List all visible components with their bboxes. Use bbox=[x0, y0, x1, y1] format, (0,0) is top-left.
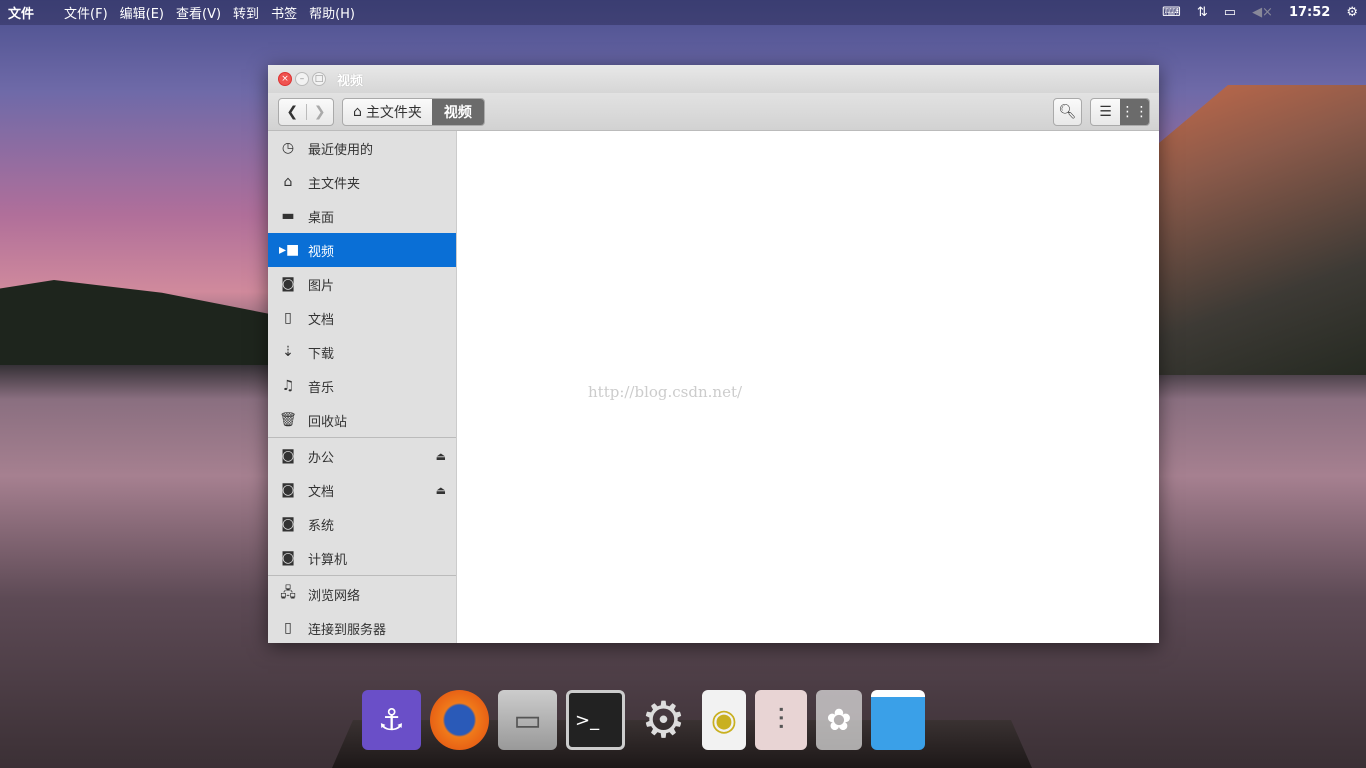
sidebar-item-pictures[interactable]: ◙ 图片 bbox=[268, 267, 456, 301]
dock-anchor-icon[interactable]: ⚓ bbox=[362, 690, 421, 750]
sidebar-item-label: 视频 bbox=[308, 244, 335, 260]
volume-muted-icon[interactable]: ◀× bbox=[1252, 5, 1273, 20]
forest bbox=[0, 280, 270, 365]
music-icon: ♫ bbox=[281, 378, 295, 394]
document-icon: ▯ bbox=[284, 310, 292, 326]
dock-mixer-icon[interactable]: ⫶ bbox=[755, 690, 807, 750]
breadcrumb-videos[interactable]: 视频 bbox=[431, 98, 484, 125]
sidebar-item-label: 音乐 bbox=[308, 380, 335, 396]
video-icon: ▸■ bbox=[279, 242, 300, 258]
sidebar-item-downloads[interactable]: ⇣ 下载 bbox=[268, 335, 456, 369]
folder-icon: ▬ bbox=[281, 208, 295, 224]
maximize-button[interactable]: □ bbox=[312, 72, 326, 86]
breadcrumb-label: 主文件夹 bbox=[365, 104, 422, 121]
breadcrumb-home[interactable]: ⌂ 主文件夹 bbox=[343, 102, 432, 122]
menu-help[interactable]: 帮助(H) bbox=[309, 3, 355, 22]
sidebar-item-drive-documents[interactable]: ◙ 文档 ⏏ bbox=[268, 473, 456, 507]
network-icon[interactable]: ⇅ bbox=[1197, 5, 1208, 20]
sidebar-item-label: 连接到服务器 bbox=[308, 622, 387, 638]
menu-go[interactable]: 转到 bbox=[233, 3, 259, 22]
file-manager-window: × – □ 视频 ❮ ❯ ⌂ 主文件夹 视频 🔍︎ ☰ ⋮⋮ ◷ 最近使用的 ⌂ 主文… bbox=[268, 65, 1159, 643]
sidebar-item-trash[interactable]: 🗑︎ 回收站 bbox=[268, 403, 456, 437]
breadcrumb: ⌂ 主文件夹 视频 bbox=[342, 97, 485, 126]
keyboard-icon[interactable]: ⌨ bbox=[1162, 5, 1181, 20]
window-title: 视频 bbox=[337, 73, 364, 89]
dock-files-icon[interactable]: ▭ bbox=[498, 690, 557, 750]
sidebar-item-label: 浏览网络 bbox=[308, 588, 361, 604]
server-icon: ▯ bbox=[284, 620, 292, 636]
sidebar-item-music[interactable]: ♫ 音乐 bbox=[268, 369, 456, 403]
dock-terminal-icon[interactable]: >_ bbox=[566, 690, 625, 750]
top-panel: 文件 文件(F) 编辑(E) 查看(V) 转到 书签 帮助(H) ⌨ ⇅ ▭ ◀… bbox=[0, 0, 1366, 25]
eject-icon[interactable]: ⏏ bbox=[436, 450, 446, 463]
sidebar-item-browse-network[interactable]: 🖧︎ 浏览网络 bbox=[268, 577, 456, 611]
sidebar-item-label: 回收站 bbox=[308, 414, 348, 430]
download-icon: ⇣ bbox=[282, 344, 294, 360]
file-view[interactable]: http://blog.csdn.net/ bbox=[458, 131, 1159, 643]
sidebar-item-home[interactable]: ⌂ 主文件夹 bbox=[268, 165, 456, 199]
sidebar-item-label: 桌面 bbox=[308, 210, 335, 226]
drive-icon: ◙ bbox=[281, 550, 295, 566]
close-button[interactable]: × bbox=[278, 72, 292, 86]
menu-bookmarks[interactable]: 书签 bbox=[271, 3, 297, 22]
menu-view[interactable]: 查看(V) bbox=[176, 3, 221, 22]
sidebar-item-label: 下载 bbox=[308, 346, 335, 362]
home-icon: ⌂ bbox=[283, 174, 293, 190]
menu-edit[interactable]: 编辑(E) bbox=[120, 3, 164, 22]
sidebar-item-drive-office[interactable]: ◙ 办公 ⏏ bbox=[268, 439, 456, 473]
list-view-icon[interactable]: ☰ bbox=[1091, 99, 1120, 125]
eject-icon[interactable]: ⏏ bbox=[436, 484, 446, 497]
sidebar: ◷ 最近使用的 ⌂ 主文件夹 ▬ 桌面 ▸■ 视频 ◙ 图片 ▯ 文档 ⇣ 下载 ♫ 音乐 🗑︎… bbox=[268, 131, 457, 643]
watermark: http://blog.csdn.net/ bbox=[588, 383, 743, 401]
drive-icon: ◙ bbox=[281, 516, 295, 532]
search-icon: 🔍︎ bbox=[1058, 104, 1077, 120]
mountain bbox=[1136, 85, 1366, 375]
sidebar-item-connect-server[interactable]: ▯ 连接到服务器 bbox=[268, 611, 456, 643]
view-switcher: ☰ ⋮⋮ bbox=[1090, 98, 1150, 126]
sidebar-item-drive-system[interactable]: ◙ 系统 bbox=[268, 507, 456, 541]
sidebar-item-label: 办公 bbox=[308, 450, 335, 466]
menu-file[interactable]: 文件(F) bbox=[64, 3, 108, 22]
power-icon[interactable]: ⚙ bbox=[1346, 5, 1358, 20]
sidebar-item-desktop[interactable]: ▬ 桌面 bbox=[268, 199, 456, 233]
clock[interactable]: 17:52 bbox=[1289, 5, 1330, 20]
sidebar-item-videos[interactable]: ▸■ 视频 bbox=[268, 233, 456, 267]
camera-icon: ◙ bbox=[281, 276, 295, 292]
dock-firefox-icon[interactable] bbox=[430, 690, 489, 750]
sidebar-item-label: 主文件夹 bbox=[308, 176, 361, 192]
search-button[interactable]: 🔍︎ bbox=[1053, 98, 1082, 126]
sidebar-item-recent[interactable]: ◷ 最近使用的 bbox=[268, 131, 456, 165]
sidebar-item-computer[interactable]: ◙ 计算机 bbox=[268, 541, 456, 575]
dock-speaker-icon[interactable]: ◉ bbox=[702, 690, 746, 750]
sidebar-item-label: 文档 bbox=[308, 484, 335, 500]
clock-icon: ◷ bbox=[281, 140, 295, 156]
dock-icons: ⚓ ▭ >_ ⚙ ◉ ⫶ ✿ bbox=[362, 690, 925, 750]
drive-icon: ◙ bbox=[281, 448, 295, 464]
drive-icon: ◙ bbox=[281, 482, 295, 498]
sidebar-item-label: 文档 bbox=[308, 312, 335, 328]
minimize-button[interactable]: – bbox=[295, 72, 309, 86]
sidebar-item-label: 计算机 bbox=[308, 552, 348, 568]
dock-desktop-icon[interactable] bbox=[871, 690, 925, 750]
dock-trash-icon[interactable]: ✿ bbox=[816, 690, 862, 750]
app-name: 文件 bbox=[8, 7, 35, 22]
sidebar-item-label: 图片 bbox=[308, 278, 335, 294]
home-icon: ⌂ bbox=[353, 103, 362, 120]
toolbar: ❮ ❯ ⌂ 主文件夹 视频 🔍︎ ☰ ⋮⋮ bbox=[268, 93, 1159, 131]
dock-settings-icon[interactable]: ⚙ bbox=[634, 690, 693, 750]
sidebar-item-documents[interactable]: ▯ 文档 bbox=[268, 301, 456, 335]
sidebar-item-label: 最近使用的 bbox=[308, 142, 374, 158]
back-button[interactable]: ❮ bbox=[279, 104, 306, 120]
titlebar[interactable]: × – □ 视频 bbox=[268, 65, 1159, 93]
forward-button[interactable]: ❯ bbox=[305, 103, 334, 120]
battery-icon[interactable]: ▭ bbox=[1224, 5, 1236, 20]
sidebar-item-label: 系统 bbox=[308, 518, 335, 534]
nav-buttons: ❮ ❯ bbox=[278, 97, 334, 126]
grid-view-icon[interactable]: ⋮⋮ bbox=[1120, 99, 1149, 125]
network-icon: 🖧︎ bbox=[280, 585, 296, 601]
trash-icon: 🗑︎ bbox=[279, 412, 297, 428]
